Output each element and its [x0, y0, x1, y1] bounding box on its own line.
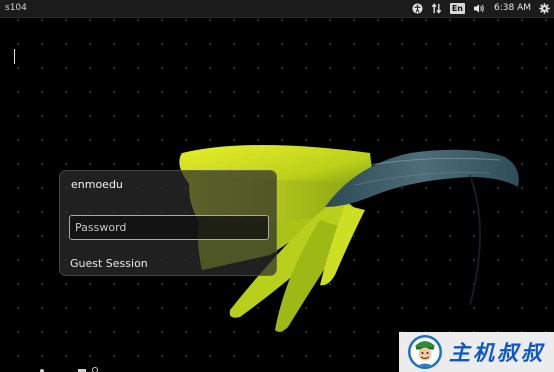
password-field[interactable] [69, 215, 269, 240]
watermark-text: 主机叔叔 [449, 340, 545, 365]
clock-label[interactable]: 6:38 AM [494, 0, 531, 17]
keyboard-language-icon[interactable]: En [449, 0, 465, 17]
top-panel: s104 En 6:38 AM [0, 0, 554, 18]
login-screen: s104 En 6:38 AM enmoedu Guest Session 主机… [0, 0, 554, 372]
volume-icon[interactable] [473, 0, 486, 17]
network-icon[interactable] [431, 0, 442, 17]
watermark: 主机叔叔 [399, 332, 554, 372]
bottom-left-icons [40, 367, 98, 372]
mascot-logo-icon [408, 335, 442, 369]
partial-icon [92, 367, 98, 372]
hostname-label: s104 [5, 3, 27, 13]
language-badge: En [449, 3, 465, 14]
guest-session-option[interactable]: Guest Session [70, 257, 148, 270]
power-gear-icon[interactable] [539, 0, 550, 17]
indicator-area: En 6:38 AM [412, 0, 550, 17]
username-label[interactable]: enmoedu [71, 178, 123, 191]
text-cursor [14, 49, 15, 64]
accessibility-icon[interactable] [412, 0, 423, 17]
